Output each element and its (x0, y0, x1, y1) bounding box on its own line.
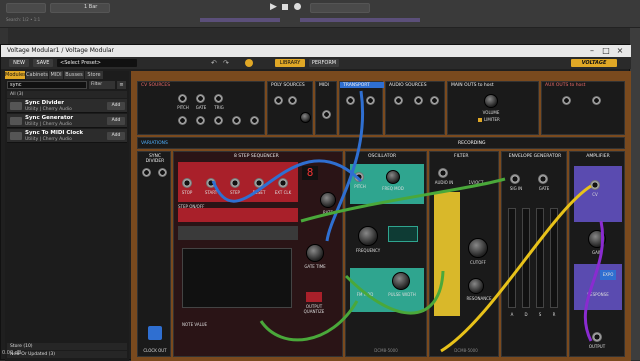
add-button[interactable]: Add (107, 117, 125, 125)
item-title: Sync Generator (25, 115, 74, 121)
list-item[interactable]: Sync Generator Utility | Cherry Audio Ad… (7, 114, 127, 128)
tab-midi[interactable]: MIDI (49, 71, 63, 79)
cable-blue (325, 90, 364, 242)
window-titlebar: Voltage Modular1 / Voltage Modular – □ × (1, 45, 631, 57)
preset-select[interactable]: <Select Preset> (57, 59, 137, 67)
cable-blue (211, 159, 363, 203)
library-button[interactable]: LIBRARY (275, 59, 305, 67)
minimize-icon[interactable]: – (585, 46, 599, 56)
module-thumb-icon (10, 132, 22, 140)
timeline-clip[interactable] (200, 18, 280, 22)
section-all[interactable]: All (3) (7, 91, 127, 98)
add-button[interactable]: Add (107, 102, 125, 110)
voltage-logo: VOLTAGE (571, 59, 617, 67)
daw-grid-label: 1 Bar (84, 4, 98, 10)
daw-track-label: Search: 1/2 • 1:1 (6, 17, 41, 22)
item-title: Sync Divider (25, 100, 64, 106)
cable-yellow (440, 184, 592, 353)
plugin-menubar: NEW SAVE <Select Preset> ↶ ↷ LIBRARY PER… (1, 57, 631, 69)
add-button[interactable]: Add (107, 132, 125, 140)
section-new[interactable]: New Or Updated (3) (7, 351, 127, 358)
item-subtitle: Utility | Cherry Audio (25, 137, 72, 142)
close-icon[interactable]: × (613, 46, 627, 56)
tab-cabinets[interactable]: Cabinets (26, 71, 48, 79)
library-dot-icon (245, 59, 253, 67)
daw-scrollbar[interactable] (630, 28, 640, 360)
patch-cables (211, 90, 604, 353)
module-browser: Modules Cabinets MIDI Busses Store sync … (5, 71, 129, 361)
redo-icon[interactable]: ↷ (223, 59, 229, 67)
window-title: Voltage Modular1 / Voltage Modular (7, 47, 115, 54)
list-item[interactable]: Sync To MIDI Clock Utility | Cherry Audi… (7, 129, 127, 143)
rack-cabinet: CV SOURCES PITCH GATE TRIG POLY SOURCES … (131, 71, 631, 361)
menu-icon[interactable]: ≡ (117, 81, 126, 89)
daw-position-display (310, 3, 370, 13)
undo-icon[interactable]: ↶ (211, 59, 217, 67)
item-subtitle: Utility | Cherry Audio (25, 122, 72, 127)
tab-modules[interactable]: Modules (5, 71, 26, 79)
tab-store[interactable]: Store (85, 71, 103, 79)
cable-green (344, 270, 445, 315)
new-button[interactable]: NEW (9, 59, 29, 67)
cable-purple (583, 220, 604, 342)
maximize-icon[interactable]: □ (599, 46, 613, 56)
cable-green (300, 177, 506, 223)
stop-icon[interactable] (282, 4, 288, 10)
filter-select[interactable]: Filter (89, 81, 115, 89)
module-thumb-icon (10, 117, 22, 125)
timeline-clip[interactable] (300, 18, 420, 22)
daw-menu-button[interactable] (6, 3, 46, 13)
cable-green (259, 300, 359, 342)
perform-button[interactable]: PERFORM (309, 59, 339, 67)
module-thumb-icon (10, 102, 22, 110)
daw-toolbar: 1 Bar ▶ Search: 1/2 • 1:1 (0, 0, 640, 28)
item-title: Sync To MIDI Clock (25, 130, 84, 136)
daw-grid-select[interactable] (50, 3, 110, 13)
save-button[interactable]: SAVE (33, 59, 53, 67)
plugin-window: Voltage Modular1 / Voltage Modular – □ ×… (0, 44, 631, 361)
record-icon[interactable] (294, 3, 301, 10)
play-icon[interactable]: ▶ (270, 2, 277, 12)
section-store[interactable]: Store (10) (7, 343, 127, 350)
item-subtitle: Utility | Cherry Audio (25, 107, 72, 112)
list-item[interactable]: Sync Divider Utility | Cherry Audio Add (7, 99, 127, 113)
search-input[interactable]: sync (7, 81, 87, 89)
tab-busses[interactable]: Busses (64, 71, 84, 79)
daw-level-readout: 0.00 dB (2, 350, 22, 356)
